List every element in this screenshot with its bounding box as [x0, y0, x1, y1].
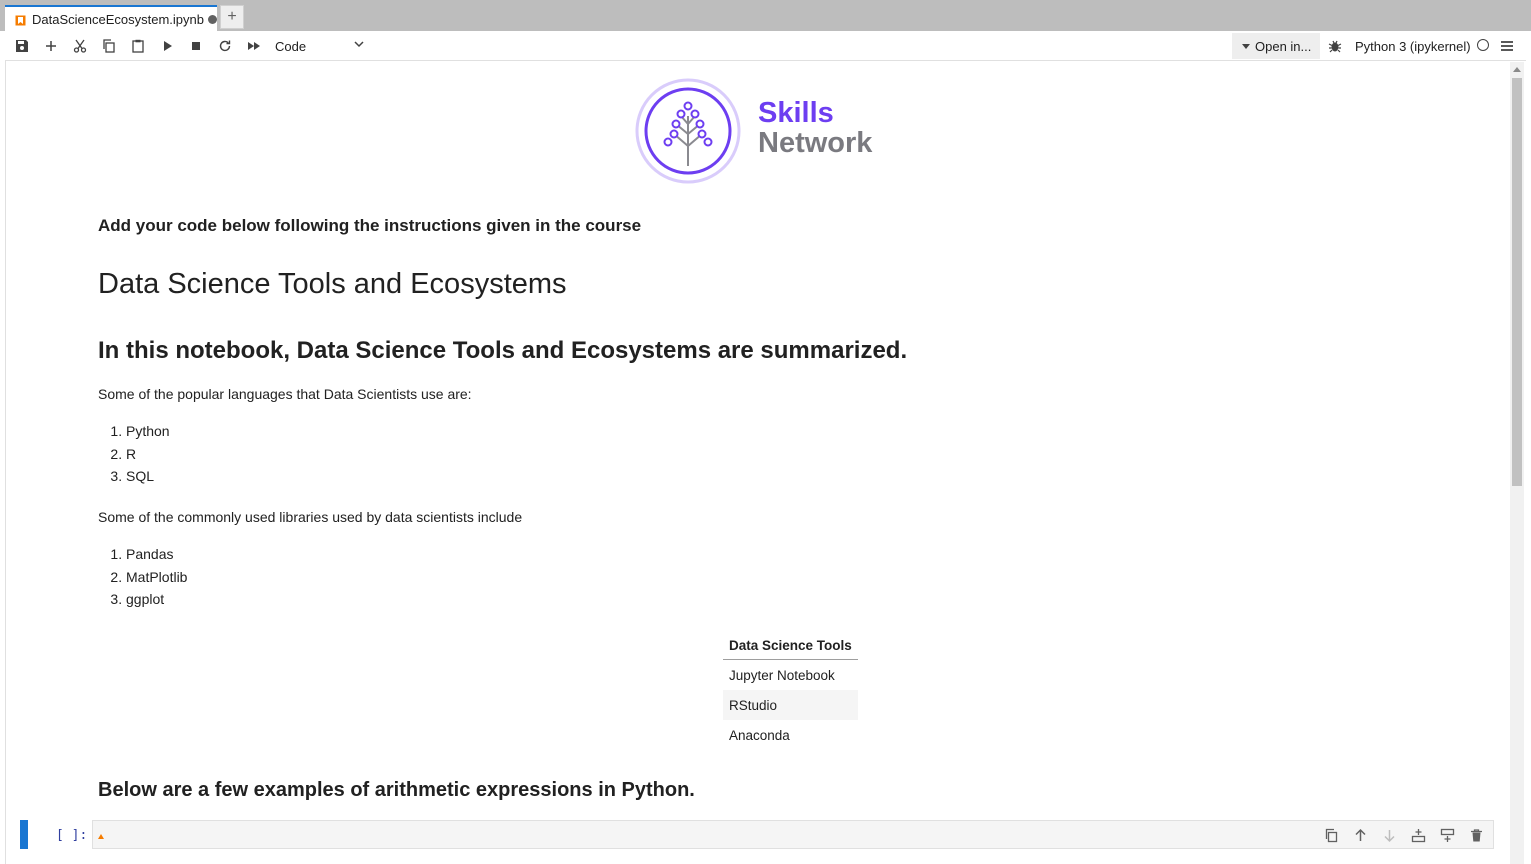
delete-cell-button[interactable]	[1463, 822, 1489, 848]
scroll-up-arrow-icon[interactable]	[1513, 67, 1521, 72]
notebook-tab[interactable]: DataScienceEcosystem.ipynb	[5, 5, 217, 31]
fast-forward-icon	[248, 42, 260, 50]
languages-intro: Some of the popular languages that Data …	[98, 386, 472, 402]
table-row: RStudio	[723, 690, 858, 720]
list-item: SQL	[126, 465, 170, 488]
cut-button[interactable]	[66, 31, 94, 61]
table-row: Anaconda	[723, 720, 858, 750]
open-in-button[interactable]: Open in...	[1232, 33, 1320, 59]
notebook-title: Data Science Tools and Ecosystems	[98, 268, 567, 300]
table-cell: Anaconda	[729, 727, 790, 743]
move-cell-up-button[interactable]	[1347, 822, 1373, 848]
table-row: Jupyter Notebook	[723, 660, 858, 691]
notebook-icon	[15, 14, 26, 25]
move-cell-down-button[interactable]	[1376, 822, 1402, 848]
restart-button[interactable]	[211, 31, 239, 61]
scissors-icon	[73, 39, 87, 53]
list-item: MatPlotlib	[126, 566, 187, 589]
bug-icon	[1328, 40, 1342, 53]
list-item: Pandas	[126, 543, 187, 566]
paste-icon	[132, 39, 144, 53]
insert-below-icon	[1440, 828, 1454, 842]
arrow-up-icon	[1354, 828, 1366, 841]
tab-bar: DataScienceEcosystem.ipynb +	[0, 0, 1531, 31]
paste-button[interactable]	[124, 31, 152, 61]
code-cell-editor[interactable]	[92, 820, 1494, 849]
copy-button[interactable]	[95, 31, 123, 61]
notebook-toolbar: Code Open in... Python 3 (ipykernel)	[5, 31, 1526, 61]
arrow-down-icon	[1383, 829, 1395, 842]
menu-button[interactable]	[1493, 31, 1521, 61]
scrollbar-thumb[interactable]	[1512, 78, 1522, 486]
cell-prompt: [ ]:	[56, 828, 88, 843]
cell-type-value: Code	[275, 38, 307, 54]
table-header: Data Science Tools	[723, 632, 858, 660]
plus-icon: +	[227, 8, 237, 25]
debugger-button[interactable]	[1321, 31, 1349, 61]
active-cell-indicator	[20, 820, 28, 849]
insert-cell-below-button[interactable]	[1434, 822, 1460, 848]
copy-icon	[103, 39, 115, 53]
list-item: R	[126, 443, 170, 466]
libraries-list: Pandas MatPlotlib ggplot	[98, 543, 187, 611]
logo-text-skills: Skills	[758, 97, 834, 129]
stop-icon	[192, 42, 200, 50]
duplicate-cell-button[interactable]	[1318, 822, 1344, 848]
table-cell: RStudio	[723, 690, 858, 720]
warning-icon	[98, 834, 104, 839]
insert-above-icon	[1411, 828, 1425, 842]
save-button[interactable]	[8, 31, 36, 61]
caret-down-icon	[1242, 43, 1250, 49]
libraries-intro: Some of the commonly used libraries used…	[98, 509, 523, 525]
run-button[interactable]	[153, 31, 181, 61]
interrupt-button[interactable]	[182, 31, 210, 61]
tab-title: DataScienceEcosystem.ipynb	[32, 11, 204, 27]
save-icon	[16, 40, 28, 52]
tools-table: Data Science Tools Jupyter Notebook RStu…	[723, 632, 858, 750]
cell-type-select[interactable]: Code	[275, 36, 365, 56]
trash-icon	[1470, 828, 1482, 841]
table-cell: Jupyter Notebook	[729, 667, 835, 683]
logo-text-network: Network	[758, 127, 873, 159]
unsaved-dot-icon[interactable]	[207, 14, 217, 24]
duplicate-icon	[1325, 828, 1337, 842]
instruction-text: Add your code below following the instru…	[98, 216, 642, 235]
hamburger-menu-icon	[1501, 41, 1513, 51]
play-icon	[164, 41, 172, 51]
kernel-idle-status-icon	[1477, 39, 1489, 51]
arithmetic-heading: Below are a few examples of arithmetic e…	[98, 779, 695, 801]
new-tab-button[interactable]: +	[220, 5, 244, 29]
kernel-name-button[interactable]: Python 3 (ipykernel)	[1355, 31, 1471, 61]
intro-heading: In this notebook, Data Science Tools and…	[98, 337, 908, 364]
plus-icon	[46, 41, 56, 51]
run-all-button[interactable]	[240, 31, 268, 61]
languages-list: Python R SQL	[98, 420, 170, 488]
insert-cell-button[interactable]	[37, 31, 65, 61]
list-item: ggplot	[126, 588, 187, 611]
kernel-name: Python 3 (ipykernel)	[1355, 38, 1471, 54]
open-in-label: Open in...	[1255, 38, 1312, 54]
refresh-icon	[219, 40, 231, 52]
chevron-down-icon	[354, 41, 364, 48]
insert-cell-above-button[interactable]	[1405, 822, 1431, 848]
list-item: Python	[126, 420, 170, 443]
